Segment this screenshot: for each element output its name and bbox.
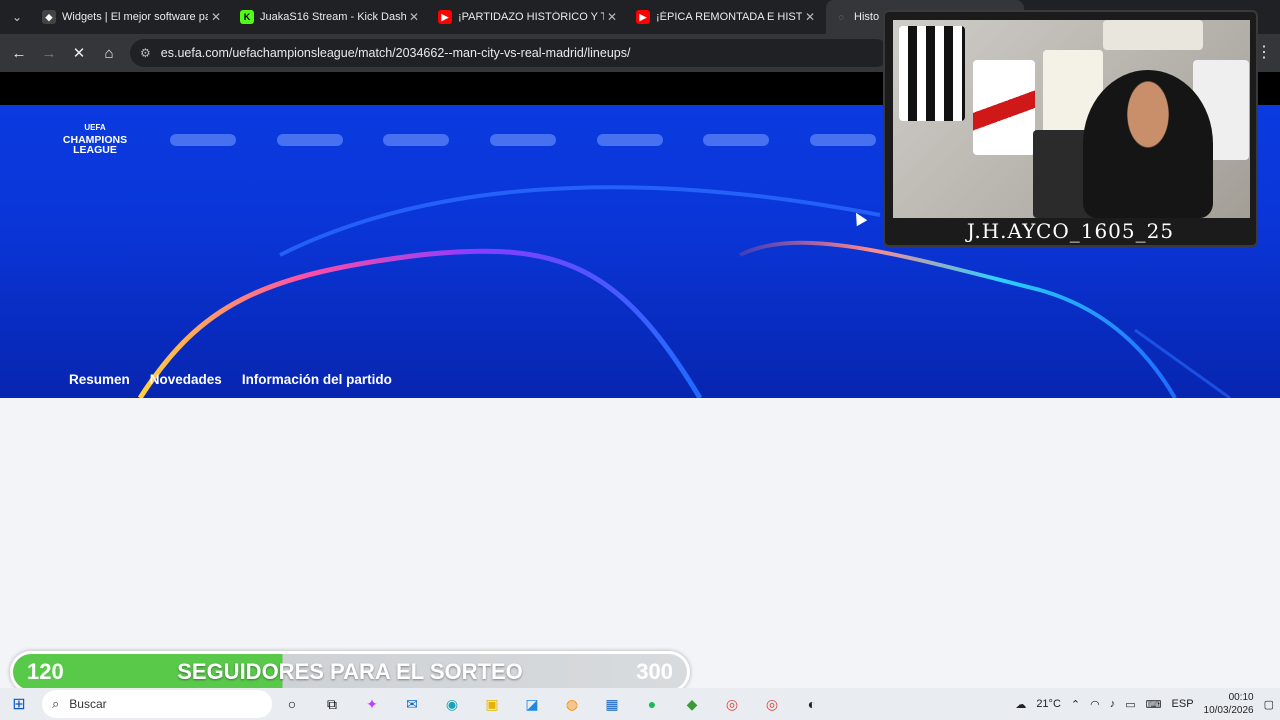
nav-placeholder: [810, 134, 876, 146]
temperature[interactable]: 21°C: [1036, 698, 1061, 710]
system-tray: ☁ 21°C ⌃ ◠ ♪ ▭ ⌨ ESP 00:10 10/03/2026 ▢: [1015, 688, 1274, 720]
clock-time: 00:10: [1228, 692, 1254, 703]
clock[interactable]: 00:10 10/03/2026: [1204, 691, 1254, 717]
weather-icon[interactable]: ☁: [1015, 698, 1026, 711]
close-tab-icon[interactable]: ✕: [406, 10, 422, 24]
home-icon[interactable]: ⌂: [94, 38, 124, 68]
widgets-favicon-icon: ◆: [42, 10, 56, 24]
spotify-icon[interactable]: ●: [632, 688, 672, 720]
youtube-favicon-icon: ▶: [438, 10, 452, 24]
webcam-overlay: J.H.AYCO_1605_25: [883, 10, 1258, 247]
file-explorer-icon[interactable]: ▣: [472, 688, 512, 720]
search-placeholder: Buscar: [69, 697, 107, 711]
champions-league-logo[interactable]: UEFA CHAMPIONS LEAGUE: [58, 123, 132, 155]
windows-start-icon[interactable]: ⊞: [0, 688, 38, 720]
edge-icon[interactable]: ◉: [432, 688, 472, 720]
app-icon[interactable]: ◆: [672, 688, 712, 720]
copilot-icon[interactable]: ✦: [352, 688, 392, 720]
keyboard-icon[interactable]: ⌨: [1146, 698, 1162, 711]
tab-match-info[interactable]: Información del partido: [242, 372, 392, 387]
jersey-image: [973, 60, 1035, 155]
volume-icon[interactable]: ♪: [1110, 698, 1116, 710]
tab-title: ¡ÉPICA REMONTADA E HISTÓRI: [656, 11, 802, 23]
logo-line: LEAGUE: [73, 144, 117, 156]
streamer-image: [1083, 70, 1213, 218]
browser-tab[interactable]: ▶ ¡ÉPICA REMONTADA E HISTÓRI ✕: [628, 0, 826, 34]
goal-target-count: 300: [636, 659, 673, 684]
youtube-favicon-icon: ▶: [636, 10, 650, 24]
search-icon: ⌕: [52, 696, 60, 711]
nav-placeholder: [703, 134, 769, 146]
battery-icon[interactable]: ▭: [1125, 698, 1135, 711]
url-text: es.uefa.com/uefachampionsleague/match/20…: [160, 46, 631, 60]
wifi-icon[interactable]: ◠: [1090, 698, 1100, 711]
language-indicator[interactable]: ESP: [1172, 698, 1194, 710]
url-input[interactable]: ⚙ es.uefa.com/uefachampionsleague/match/…: [130, 39, 890, 67]
nav-placeholder: [490, 134, 556, 146]
goal-label: SEGUIDORES PARA EL SORTEO: [177, 659, 523, 684]
taskbar-search-input[interactable]: ⌕ Buscar: [42, 690, 272, 718]
close-tab-icon[interactable]: ✕: [208, 10, 224, 24]
obs-icon[interactable]: ◐: [792, 688, 832, 720]
tab-title: JuakaS16 Stream - Kick Dashbo: [260, 11, 406, 23]
forward-arrow-icon[interactable]: →: [34, 38, 64, 68]
notification-icon[interactable]: ▢: [1264, 698, 1274, 711]
tab-title: Widgets | El mejor software par: [62, 11, 208, 23]
loading-spinner-icon: ◌: [838, 12, 844, 22]
tray-chevron-icon[interactable]: ⌃: [1071, 698, 1080, 711]
jersey-image: [899, 26, 965, 121]
browser-tab[interactable]: ▶ ¡PARTIDAZO HISTÓRICO Y TRIU ✕: [430, 0, 628, 34]
goal-current-count: 120: [27, 659, 64, 684]
back-arrow-icon[interactable]: ←: [4, 38, 34, 68]
close-tab-icon[interactable]: ✕: [802, 10, 818, 24]
chrome-icon[interactable]: ◎: [712, 688, 752, 720]
tab-resumen[interactable]: Resumen: [69, 372, 130, 387]
nav-placeholder: [383, 134, 449, 146]
app-icon[interactable]: ◪: [512, 688, 552, 720]
kick-favicon-icon: K: [240, 10, 254, 24]
nav-placeholder: [277, 134, 343, 146]
browser-menu-icon[interactable]: ⋮: [1256, 42, 1272, 62]
nav-placeholder: [597, 134, 663, 146]
nav-placeholder: [170, 134, 236, 146]
app-icon[interactable]: ▦: [592, 688, 632, 720]
cortana-icon[interactable]: ○: [272, 688, 312, 720]
clock-date: 10/03/2026: [1203, 705, 1254, 716]
uefa-ball-icon: UEFA: [84, 123, 106, 132]
stop-loading-icon[interactable]: ✕: [64, 38, 94, 68]
windows-taskbar: ⊞ ⌕ Buscar ○ ⧉ ✦ ✉ ◉ ▣ ◪ ◍ ▦ ● ◆ ◎ ◎ ◐ ☁…: [0, 688, 1280, 720]
streamer-name: J.H.AYCO_1605_25: [966, 219, 1175, 243]
chrome-icon[interactable]: ◎: [752, 688, 792, 720]
app-icon[interactable]: ◍: [552, 688, 592, 720]
outlook-icon[interactable]: ✉: [392, 688, 432, 720]
tab-search-chevron-icon[interactable]: ⌄: [0, 0, 34, 34]
close-tab-icon[interactable]: ✕: [604, 10, 620, 24]
tab-title: ¡PARTIDAZO HISTÓRICO Y TRIU: [458, 11, 604, 23]
scarf-image: [1103, 20, 1203, 50]
tab-novedades[interactable]: Novedades: [150, 372, 222, 387]
follower-goal-bar: 120 SEGUIDORES PARA EL SORTEO 300: [10, 651, 690, 693]
site-info-icon[interactable]: ⚙: [140, 46, 151, 60]
task-view-icon[interactable]: ⧉: [312, 688, 352, 720]
webcam-video: [893, 20, 1250, 218]
browser-tab[interactable]: K JuakaS16 Stream - Kick Dashbo ✕: [232, 0, 430, 34]
match-tabs: Resumen Novedades Información del partid…: [69, 372, 392, 387]
browser-tab[interactable]: ◆ Widgets | El mejor software par ✕: [34, 0, 232, 34]
